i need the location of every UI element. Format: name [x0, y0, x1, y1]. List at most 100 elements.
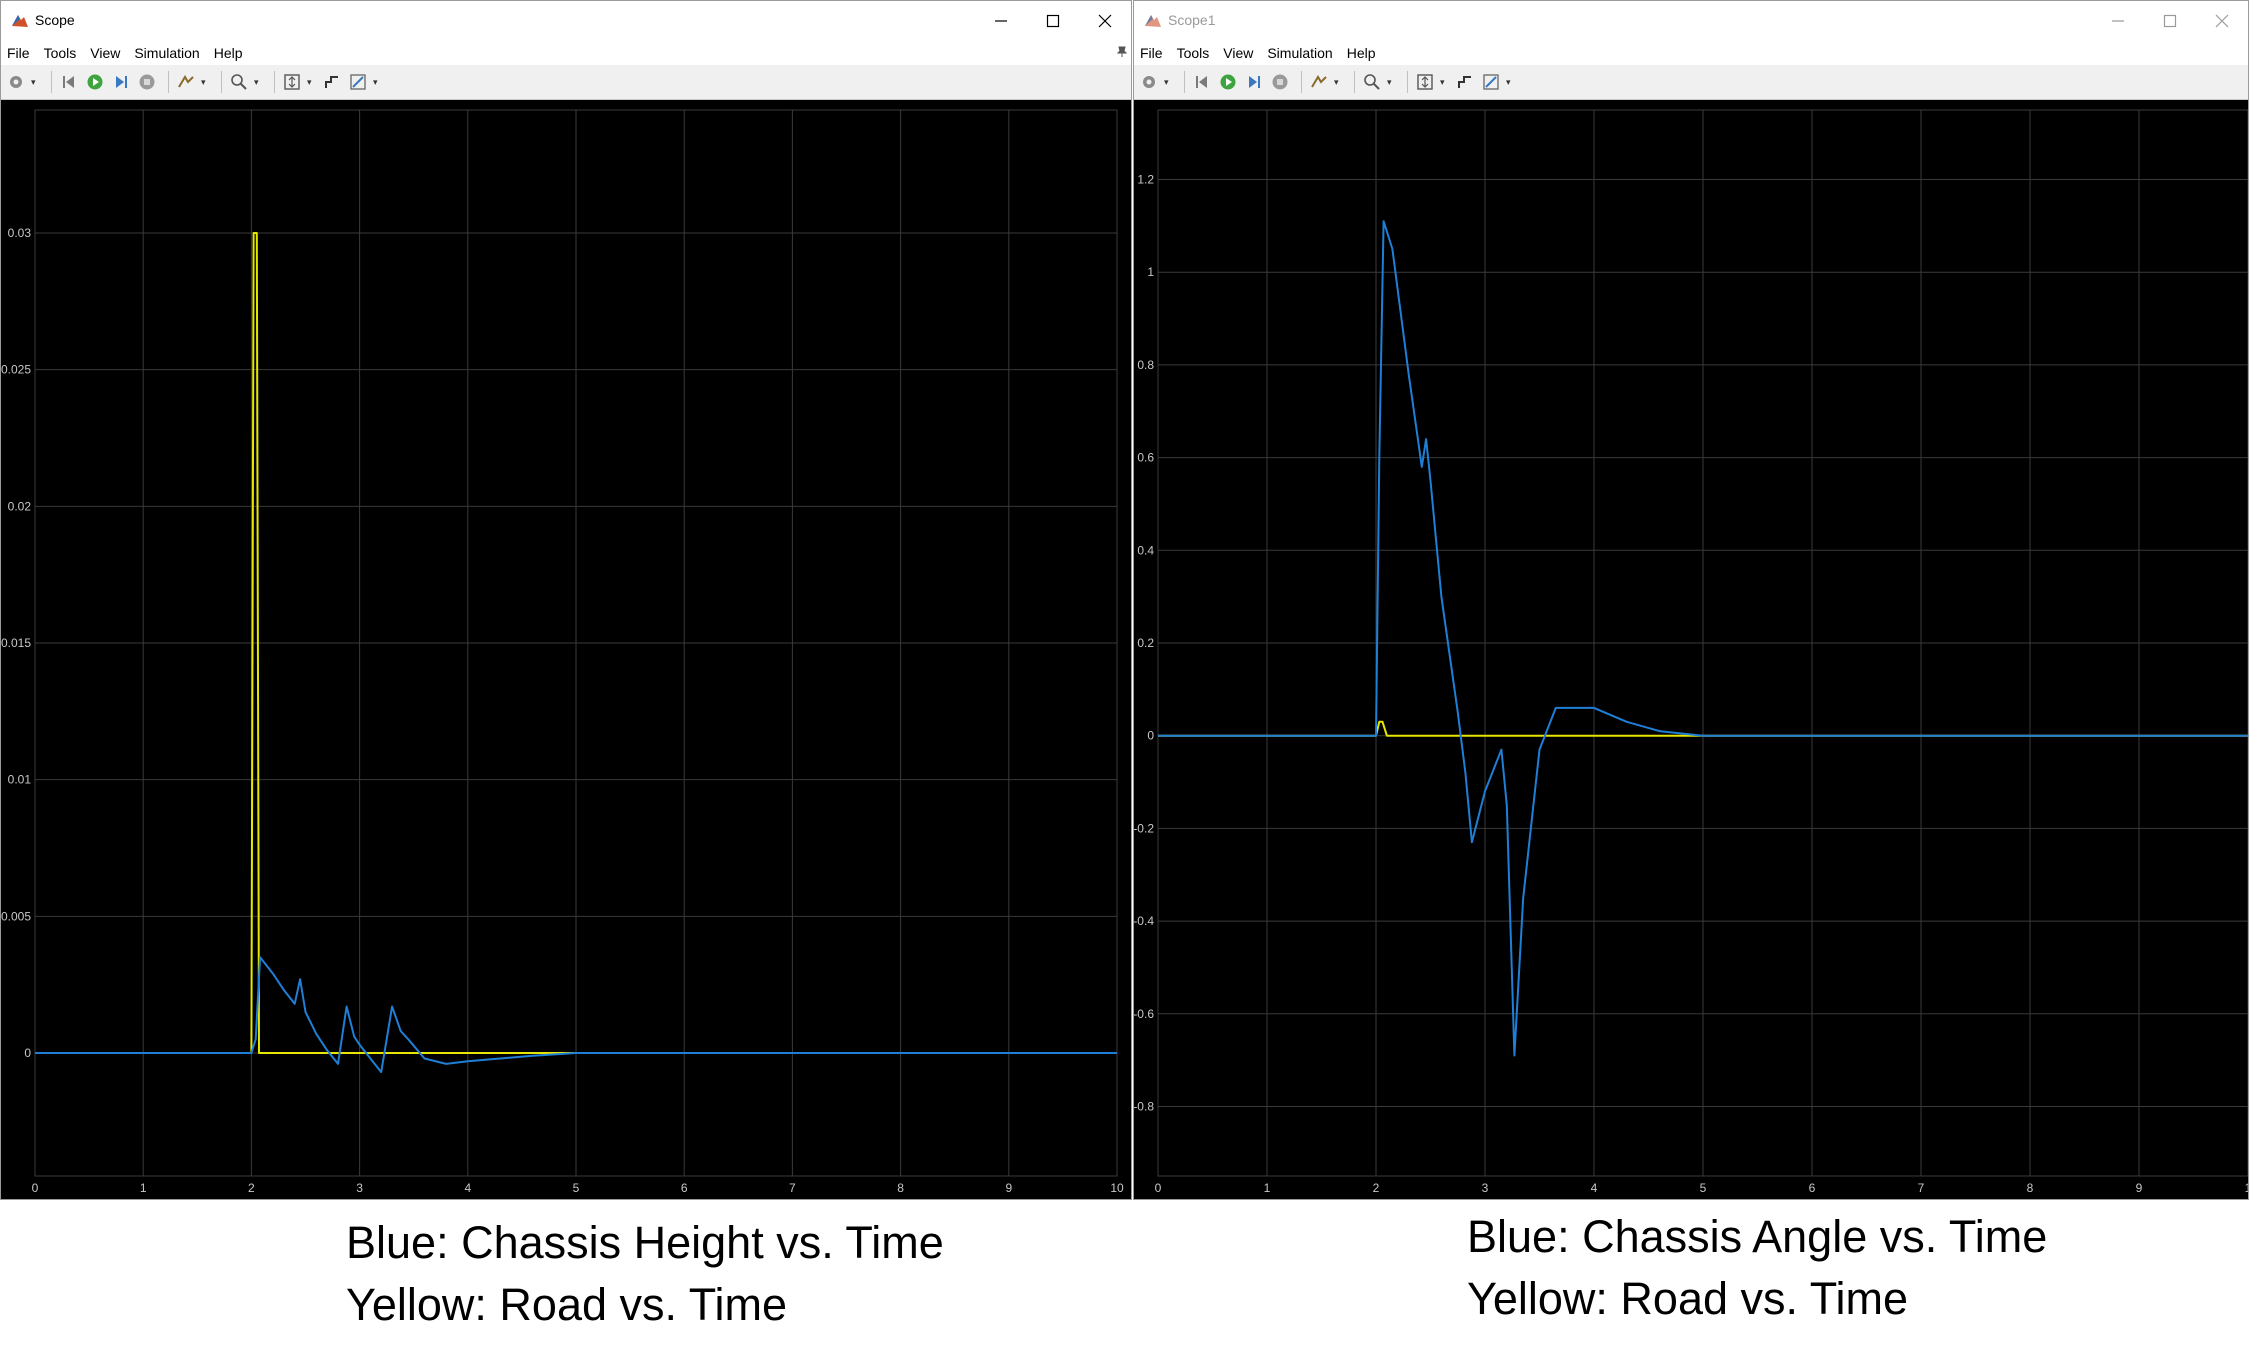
measurement-button[interactable]: [347, 71, 369, 93]
chevron-down-icon[interactable]: ▾: [1387, 77, 1395, 88]
chevron-down-icon[interactable]: ▾: [254, 77, 262, 88]
y-tick-label: 0.6: [1137, 451, 1154, 465]
chevron-down-icon[interactable]: ▾: [1334, 77, 1342, 88]
run-button[interactable]: [1217, 71, 1239, 93]
zoom-button[interactable]: [228, 71, 250, 93]
x-tick-label: 7: [1918, 1181, 1925, 1195]
title-bar[interactable]: Scope1: [1134, 1, 2248, 41]
caption-line-yellow: Yellow: Road vs. Time: [1467, 1273, 1909, 1324]
maximize-button[interactable]: [1027, 1, 1079, 41]
maximize-icon: [1046, 14, 1060, 28]
y-tick-label: -0.6: [1134, 1007, 1154, 1021]
x-tick-label: 9: [2136, 1181, 2143, 1195]
minimize-button[interactable]: [2092, 1, 2144, 41]
chevron-down-icon[interactable]: ▾: [31, 77, 39, 88]
fit-axes-button[interactable]: [281, 71, 303, 93]
highlight-button[interactable]: [1308, 71, 1330, 93]
fit-axes-button[interactable]: [1414, 71, 1436, 93]
toolbar-separator: [1407, 71, 1408, 93]
toolbar-separator: [274, 71, 275, 93]
plot-area[interactable]: 0 1 2 3 4 5 6 7 8 9 10 0 0.005 0.01 0.015 0.02 0.025 0.03: [1, 100, 1131, 1199]
settings-icon: [10, 76, 22, 88]
caption-line-yellow: Yellow: Road vs. Time: [346, 1279, 788, 1330]
x-tick-label: 7: [789, 1181, 796, 1195]
run-icon: [1220, 74, 1236, 90]
minimize-icon: [2112, 20, 2124, 22]
settings-button[interactable]: [5, 71, 27, 93]
maximize-button[interactable]: [2144, 1, 2196, 41]
menu-file[interactable]: File: [1140, 45, 1163, 61]
highlight-button[interactable]: [175, 71, 197, 93]
caption-line-blue: Blue: Chassis Angle vs. Time: [1467, 1211, 2048, 1262]
matlab-scope-icon: [1145, 15, 1161, 27]
y-tick-label: 0.8: [1137, 358, 1154, 372]
x-tick-label: 4: [464, 1181, 471, 1195]
menu-bar: File Tools View Simulation Help: [1134, 41, 2248, 65]
menu-help[interactable]: Help: [214, 45, 243, 61]
y-tick-label: 0: [24, 1046, 31, 1060]
y-tick-label: 0.2: [1137, 636, 1154, 650]
chevron-down-icon[interactable]: ▾: [201, 77, 209, 88]
chart-svg[interactable]: 0 1 2 3 4 5 6 7 8 9 1 -0.8 -0.6 -0.4 -0.2 0 0.2 0.4 0.6 0.8…: [1134, 100, 2248, 1200]
measurement-button[interactable]: [1480, 71, 1502, 93]
menu-tools[interactable]: Tools: [1177, 45, 1210, 61]
step-back-icon: [63, 76, 74, 88]
menu-help[interactable]: Help: [1347, 45, 1376, 61]
stop-icon: [139, 74, 155, 90]
y-tick-label: 0: [1147, 729, 1154, 743]
settings-button[interactable]: [1138, 71, 1160, 93]
triggers-button[interactable]: [1454, 71, 1476, 93]
toolbar-separator: [221, 71, 222, 93]
y-tick-label: 0.025: [1, 363, 31, 377]
stop-icon: [1272, 74, 1288, 90]
highlight-icon: [178, 75, 194, 88]
chevron-down-icon[interactable]: ▾: [1164, 77, 1172, 88]
x-tick-label: 1: [2245, 1181, 2248, 1195]
step-back-button[interactable]: [1191, 71, 1213, 93]
close-icon: [2215, 14, 2229, 28]
x-tick-label: 5: [1700, 1181, 1707, 1195]
run-button[interactable]: [84, 71, 106, 93]
x-tick-label: 3: [356, 1181, 363, 1195]
menu-simulation[interactable]: Simulation: [134, 45, 199, 61]
highlight-icon: [1311, 75, 1327, 88]
step-back-icon: [1196, 76, 1207, 88]
x-tick-label: 0: [1155, 1181, 1162, 1195]
menu-file[interactable]: File: [7, 45, 30, 61]
step-back-button[interactable]: [58, 71, 80, 93]
triggers-icon: [325, 76, 338, 88]
stop-button[interactable]: [136, 71, 158, 93]
scope1-window: Scope1 File Tools View Simulation Help ▾…: [1133, 0, 2249, 1200]
step-forward-button[interactable]: [110, 71, 132, 93]
minimize-button[interactable]: [975, 1, 1027, 41]
chevron-down-icon[interactable]: ▾: [1506, 77, 1514, 88]
zoom-button[interactable]: [1361, 71, 1383, 93]
x-tick-label: 8: [897, 1181, 904, 1195]
toolbar-separator: [168, 71, 169, 93]
undock-pin-icon[interactable]: [1116, 46, 1128, 58]
settings-icon: [1143, 76, 1155, 88]
chevron-down-icon[interactable]: ▾: [373, 77, 381, 88]
menu-view[interactable]: View: [90, 45, 120, 61]
title-bar[interactable]: Scope: [1, 1, 1131, 41]
y-tick-label: -0.4: [1134, 914, 1154, 928]
step-forward-button[interactable]: [1243, 71, 1265, 93]
x-tick-label: 2: [1373, 1181, 1380, 1195]
close-button[interactable]: [1079, 1, 1131, 41]
close-button[interactable]: [2196, 1, 2248, 41]
caption-right: Blue: Chassis Angle vs. Time Yellow: Roa…: [1467, 1206, 2047, 1330]
scope-window: Scope File Tools View Simulation Help ▾ …: [0, 0, 1132, 1200]
x-tick-label: 1: [140, 1181, 147, 1195]
menu-view[interactable]: View: [1223, 45, 1253, 61]
chevron-down-icon[interactable]: ▾: [1440, 77, 1448, 88]
y-tick-label: -0.2: [1134, 821, 1154, 835]
stop-button[interactable]: [1269, 71, 1291, 93]
toolbar-separator: [1184, 71, 1185, 93]
plot-area[interactable]: 0 1 2 3 4 5 6 7 8 9 1 -0.8 -0.6 -0.4 -0.2 0 0.2 0.4 0.6 0.8…: [1134, 100, 2248, 1199]
triggers-button[interactable]: [321, 71, 343, 93]
menu-tools[interactable]: Tools: [44, 45, 77, 61]
x-tick-label: 6: [1809, 1181, 1816, 1195]
menu-simulation[interactable]: Simulation: [1267, 45, 1332, 61]
chevron-down-icon[interactable]: ▾: [307, 77, 315, 88]
chart-svg[interactable]: 0 1 2 3 4 5 6 7 8 9 10 0 0.005 0.01 0.015 0.02 0.025 0.03: [1, 100, 1131, 1200]
